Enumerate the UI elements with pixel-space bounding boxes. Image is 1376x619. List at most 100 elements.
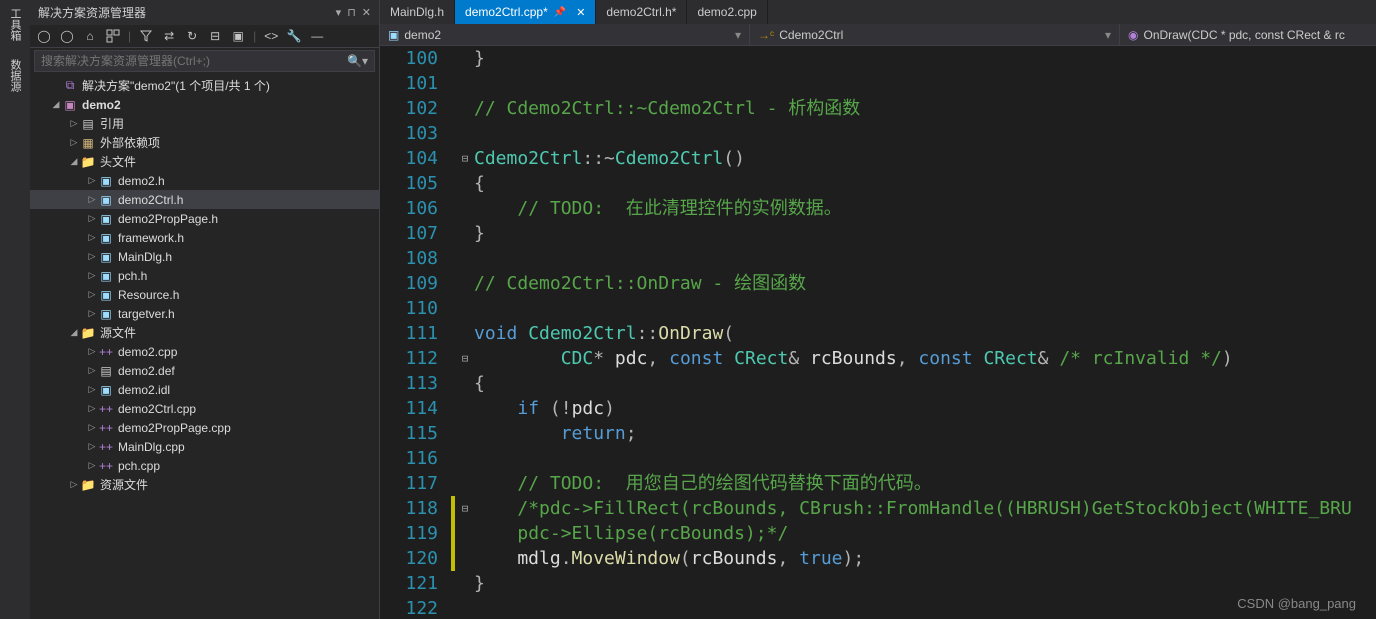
tree-node[interactable]: ▷▣demo2.idl (30, 380, 379, 399)
panel-close-icon[interactable]: ✕ (362, 6, 371, 19)
tree-node[interactable]: ▷📁资源文件 (30, 475, 379, 494)
search-input[interactable] (41, 54, 347, 68)
nav-function[interactable]: ◉OnDraw(CDC * pdc, const CRect & rc (1120, 24, 1376, 45)
code-line[interactable]: { (474, 371, 1376, 396)
tree-node[interactable]: ▷++demo2PropPage.cpp (30, 418, 379, 437)
expander-icon[interactable]: ▷ (68, 137, 80, 148)
code-line[interactable]: } (474, 571, 1376, 596)
search-box[interactable]: 🔍▾ (34, 50, 375, 72)
editor-tab[interactable]: MainDlg.h (380, 0, 455, 24)
expander-icon[interactable]: ▷ (86, 232, 98, 243)
expander-icon[interactable]: ▷ (86, 460, 98, 471)
code-line[interactable] (474, 121, 1376, 146)
tree-node[interactable]: ▷▣framework.h (30, 228, 379, 247)
code-line[interactable]: // Cdemo2Ctrl::~Cdemo2Ctrl - 析构函数 (474, 96, 1376, 121)
tree-node[interactable]: ◢📁源文件 (30, 323, 379, 342)
code-line[interactable]: } (474, 46, 1376, 71)
nav-class[interactable]: →ᶜCdemo2Ctrl▾ (750, 24, 1120, 45)
nav-scope[interactable]: ▣demo2▾ (380, 24, 750, 45)
code-line[interactable]: if (!pdc) (474, 396, 1376, 421)
tree-node[interactable]: ▷++demo2Ctrl.cpp (30, 399, 379, 418)
code-line[interactable]: void Cdemo2Ctrl::OnDraw( (474, 321, 1376, 346)
tree-node[interactable]: ▷▣targetver.h (30, 304, 379, 323)
tree-node[interactable]: ▷▦外部依赖项 (30, 133, 379, 152)
code-line[interactable]: CDC* pdc, const CRect& rcBounds, const C… (474, 346, 1376, 371)
preview-icon[interactable]: 🔧 (286, 28, 302, 44)
expander-icon[interactable]: ▷ (86, 365, 98, 376)
code-line[interactable]: Cdemo2Ctrl::~Cdemo2Ctrl() (474, 146, 1376, 171)
close-icon[interactable]: ✕ (576, 6, 585, 19)
tree-node[interactable]: ▷▣demo2.h (30, 171, 379, 190)
tree-node[interactable]: ⧉解决方案"demo2"(1 个项目/共 1 个) (30, 76, 379, 95)
code-line[interactable] (474, 296, 1376, 321)
tree-node[interactable]: ▷++pch.cpp (30, 456, 379, 475)
pin-icon[interactable]: 📌 (554, 7, 566, 18)
sync-icon[interactable]: ⇄ (161, 28, 177, 44)
code-line[interactable]: { (474, 171, 1376, 196)
code-line[interactable]: pdc->Ellipse(rcBounds);*/ (474, 521, 1376, 546)
editor-tab[interactable]: demo2.cpp (687, 0, 767, 24)
forward-icon[interactable]: ◯ (59, 28, 75, 44)
show-all-icon[interactable]: ▣ (230, 28, 246, 44)
code-editor[interactable]: 1001011021031041051061071081091101111121… (380, 46, 1376, 619)
expander-icon[interactable]: ◢ (50, 99, 62, 110)
tree-node[interactable]: ▷▣pch.h (30, 266, 379, 285)
tree-node[interactable]: ▷▣MainDlg.h (30, 247, 379, 266)
expander-icon[interactable]: ▷ (86, 175, 98, 186)
code-lines[interactable]: }// Cdemo2Ctrl::~Cdemo2Ctrl - 析构函数Cdemo2… (474, 46, 1376, 619)
properties-icon[interactable]: <> (263, 28, 279, 44)
expander-icon[interactable]: ▷ (68, 118, 80, 129)
tree-node[interactable]: ▷▤引用 (30, 114, 379, 133)
expander-icon[interactable]: ▷ (86, 289, 98, 300)
tree-node[interactable]: ▷++MainDlg.cpp (30, 437, 379, 456)
code-line[interactable] (474, 246, 1376, 271)
code-line[interactable]: return; (474, 421, 1376, 446)
expander-icon[interactable]: ◢ (68, 156, 80, 167)
fold-icon[interactable]: ⊟ (456, 146, 474, 171)
vtab-datasource[interactable]: 数据源 (5, 53, 25, 98)
expander-icon[interactable]: ▷ (86, 346, 98, 357)
vtab-toolbox[interactable]: 工具箱 (5, 2, 25, 47)
wrench-icon[interactable]: — (309, 28, 325, 44)
editor-tab[interactable]: demo2Ctrl.cpp*📌✕ (455, 0, 596, 24)
expander-icon[interactable]: ◢ (68, 327, 80, 338)
panel-pin-icon[interactable]: ⊓ (347, 6, 356, 19)
fold-icon[interactable]: ⊟ (456, 496, 474, 521)
tree-node[interactable]: ◢▣demo2 (30, 95, 379, 114)
tree-node[interactable]: ▷▣demo2Ctrl.h (30, 190, 379, 209)
expander-icon[interactable]: ▷ (86, 403, 98, 414)
expander-icon[interactable]: ▷ (86, 441, 98, 452)
expander-icon[interactable]: ▷ (86, 194, 98, 205)
expander-icon[interactable]: ▷ (86, 213, 98, 224)
switch-view-icon[interactable] (105, 28, 121, 44)
tree-node[interactable]: ▷++demo2.cpp (30, 342, 379, 361)
tree-node[interactable]: ◢📁头文件 (30, 152, 379, 171)
expander-icon[interactable]: ▷ (86, 251, 98, 262)
expander-icon[interactable]: ▷ (86, 308, 98, 319)
code-line[interactable]: } (474, 221, 1376, 246)
code-line[interactable]: // TODO: 在此清理控件的实例数据。 (474, 196, 1376, 221)
tree-node[interactable]: ▷▣Resource.h (30, 285, 379, 304)
editor-tab[interactable]: demo2Ctrl.h* (596, 0, 687, 24)
home-icon[interactable]: ⌂ (82, 28, 98, 44)
code-line[interactable]: mdlg.MoveWindow(rcBounds, true); (474, 546, 1376, 571)
code-line[interactable] (474, 71, 1376, 96)
panel-menu-icon[interactable]: ▾ (336, 6, 342, 19)
file-icon: ⧉ (62, 78, 78, 93)
tree-node[interactable]: ▷▤demo2.def (30, 361, 379, 380)
code-line[interactable]: // TODO: 用您自己的绘图代码替换下面的代码。 (474, 471, 1376, 496)
code-line[interactable] (474, 446, 1376, 471)
tree-node[interactable]: ▷▣demo2PropPage.h (30, 209, 379, 228)
refresh-icon[interactable]: ↻ (184, 28, 200, 44)
code-line[interactable]: /*pdc->FillRect(rcBounds, CBrush::FromHa… (474, 496, 1376, 521)
fold-icon[interactable]: ⊟ (456, 346, 474, 371)
back-icon[interactable]: ◯ (36, 28, 52, 44)
search-icon[interactable]: 🔍▾ (347, 54, 368, 68)
expander-icon[interactable]: ▷ (86, 270, 98, 281)
expander-icon[interactable]: ▷ (68, 479, 80, 490)
code-line[interactable]: // Cdemo2Ctrl::OnDraw - 绘图函数 (474, 271, 1376, 296)
expander-icon[interactable]: ▷ (86, 422, 98, 433)
expander-icon[interactable]: ▷ (86, 384, 98, 395)
filter-icon[interactable] (138, 28, 154, 44)
collapse-icon[interactable]: ⊟ (207, 28, 223, 44)
